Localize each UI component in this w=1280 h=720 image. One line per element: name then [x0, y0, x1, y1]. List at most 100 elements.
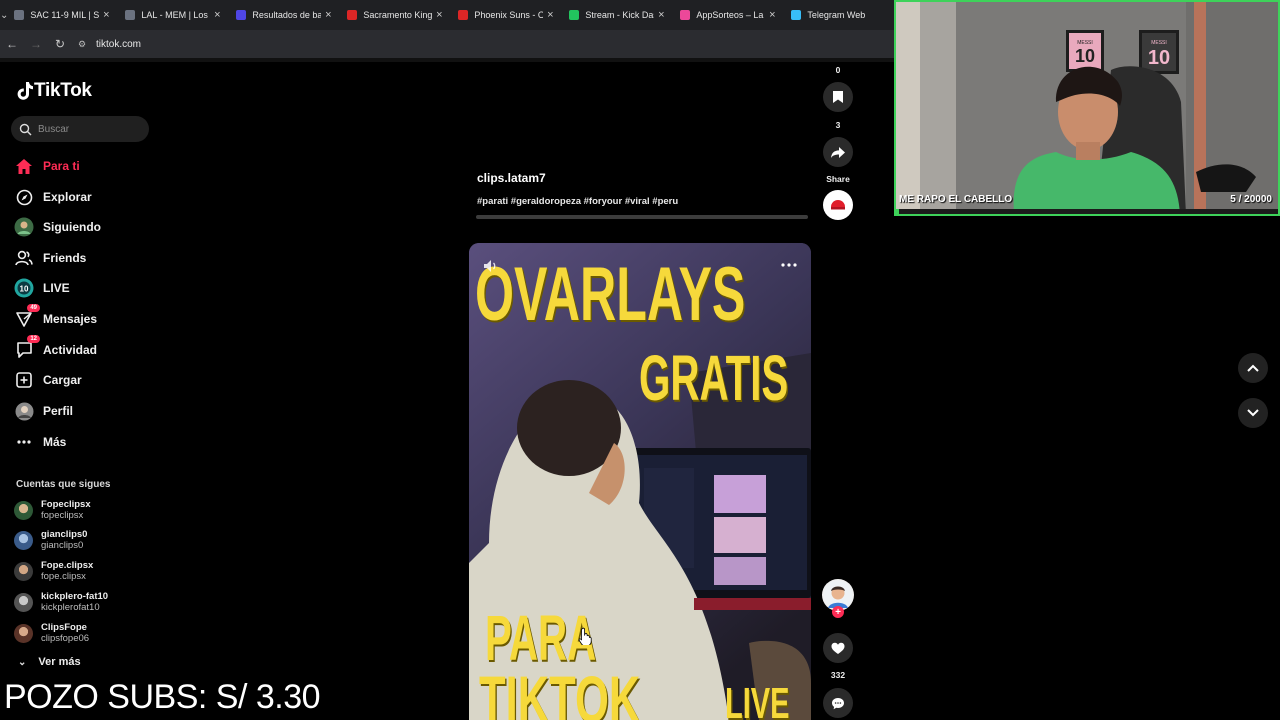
svg-text:10: 10: [20, 285, 29, 294]
video-text-line5: LIVE: [725, 679, 790, 720]
share-count: 3: [835, 120, 841, 130]
previous-video-button[interactable]: [1238, 353, 1268, 383]
home-icon: [14, 156, 34, 176]
avatar: [14, 500, 33, 520]
activity-icon: 12: [14, 335, 40, 360]
nav-item-siguiendo[interactable]: Siguiendo: [14, 215, 101, 239]
bookmark-button[interactable]: [823, 82, 853, 112]
tab-search-chevron-icon[interactable]: ⌄: [0, 0, 8, 30]
see-more-label: Ver más: [38, 656, 81, 668]
nav-item-perfil[interactable]: Perfil: [14, 399, 73, 423]
browser-tab[interactable]: LAL - MEM | Los A ×: [119, 0, 230, 30]
video-text-line4: TIKTOK: [479, 662, 641, 720]
tiktok-logo[interactable]: TikTok: [16, 80, 92, 102]
nav-label: Perfil: [43, 404, 74, 418]
account-name: kickplero-fat10: [41, 591, 109, 602]
tab-title: Sacramento Kings: [363, 10, 433, 20]
tab-close-icon[interactable]: ×: [654, 9, 668, 21]
video-player[interactable]: OVARLAYS GRATIS PARA TIKTOK LIVE: [469, 243, 811, 720]
video-text-line1: OVARLAYS: [475, 252, 746, 337]
comment-button[interactable]: [823, 688, 853, 718]
reload-icon[interactable]: ↻: [48, 37, 72, 51]
share-button[interactable]: [823, 137, 853, 167]
nav-item-friends[interactable]: Friends: [14, 246, 86, 270]
search-box[interactable]: [11, 116, 149, 142]
post-hashtags[interactable]: #parati #geraldoropeza #foryour #viral #…: [477, 196, 678, 207]
more-icon: [14, 432, 34, 452]
nav-item-mas[interactable]: Más: [14, 430, 66, 454]
browser-tab-bar: ⌄ SAC 11-9 MIL | Sa × LAL - MEM | Los A × Re…: [0, 0, 894, 30]
account-handle: fope.clipsx: [41, 571, 86, 582]
next-video-button[interactable]: [1238, 398, 1268, 428]
back-icon[interactable]: ←: [0, 37, 24, 51]
following-account-item[interactable]: ClipsFope clipsfope06: [14, 620, 89, 646]
volume-icon[interactable]: [483, 259, 499, 273]
pozo-subs-overlay: POZO SUBS: S/ 3.30: [4, 678, 321, 716]
chevron-down-icon: ⌄: [18, 656, 27, 668]
browser-tab[interactable]: Sacramento Kings ×: [341, 0, 452, 30]
url-field[interactable]: ⚙ tiktok.com: [78, 39, 141, 50]
url-text[interactable]: tiktok.com: [96, 39, 141, 50]
see-more-button[interactable]: ⌄ Ver más: [18, 656, 81, 668]
tab-favicon-icon: [347, 10, 358, 20]
site-info-icon[interactable]: ⚙: [78, 39, 88, 49]
svg-text:MESSI: MESSI: [1151, 40, 1167, 46]
following-account-item[interactable]: kickplero-fat10 kickplerofat10: [14, 589, 108, 615]
nav-item-para-ti[interactable]: Para ti: [14, 154, 80, 178]
forward-icon[interactable]: →: [24, 37, 48, 51]
following-account-item[interactable]: gianclips0 gianclips0: [14, 527, 87, 553]
tab-close-icon[interactable]: ×: [432, 9, 446, 21]
following-account-item[interactable]: Fope.clipsx fope.clipsx: [14, 558, 93, 584]
tiktok-note-icon: [17, 82, 33, 100]
tab-favicon-icon: [125, 10, 136, 20]
post-username[interactable]: clips.latam7: [477, 171, 546, 185]
logo-wordmark: TikTok: [34, 80, 92, 101]
nav-label: Cargar: [43, 373, 82, 387]
nav-item-mensajes[interactable]: 49 Mensajes: [14, 304, 98, 331]
compass-icon: [14, 187, 34, 207]
nav-label: Explorar: [43, 190, 92, 204]
tab-title: Telegram Web: [807, 10, 866, 20]
tab-close-icon[interactable]: ×: [321, 9, 335, 21]
webcam-goal: 5 / 20000: [1230, 194, 1272, 205]
tab-favicon-icon: [458, 10, 469, 20]
nav-item-explorar[interactable]: Explorar: [14, 185, 92, 209]
browser-tab[interactable]: Telegram Web: [785, 0, 896, 30]
nav-item-actividad[interactable]: 12 Actividad: [14, 335, 97, 362]
browser-tab[interactable]: AppSorteos – La F ×: [674, 0, 785, 30]
browser-tab[interactable]: Stream - Kick Das ×: [563, 0, 674, 30]
following-account-item[interactable]: Fopeclipsx fopeclipsx: [14, 497, 91, 523]
tab-close-icon[interactable]: ×: [210, 9, 224, 21]
tab-close-icon[interactable]: ×: [99, 9, 113, 21]
share-label: Share: [826, 174, 850, 184]
browser-tab[interactable]: Phoenix Suns - O ×: [452, 0, 563, 30]
follow-plus-button[interactable]: +: [832, 606, 844, 618]
svg-text:10: 10: [1148, 47, 1170, 69]
tab-favicon-icon: [14, 10, 25, 20]
nav-label: Mensajes: [43, 312, 98, 326]
tab-close-icon[interactable]: ×: [543, 9, 557, 21]
nav-item-cargar[interactable]: Cargar: [14, 368, 82, 392]
upload-icon: [14, 370, 34, 390]
hand-cursor-icon: [579, 627, 592, 645]
browser-tab[interactable]: SAC 11-9 MIL | Sa ×: [8, 0, 119, 30]
tab-close-icon[interactable]: ×: [765, 9, 779, 21]
tab-favicon-icon: [791, 10, 802, 20]
like-count: 332: [830, 670, 846, 680]
nav-label: Friends: [43, 251, 87, 265]
video-progress-bar[interactable]: [476, 215, 808, 219]
tab-favicon-icon: [680, 10, 691, 20]
messages-badge: 49: [27, 304, 40, 312]
tab-title: AppSorteos – La F: [696, 10, 766, 20]
address-bar: ← → ↻ ⚙ tiktok.com: [0, 30, 894, 58]
avatar: [14, 592, 33, 612]
browser-tab[interactable]: Resultados de ba ×: [230, 0, 341, 30]
account-handle: clipsfope06: [41, 633, 90, 644]
more-options-icon[interactable]: [781, 263, 797, 267]
like-button[interactable]: [823, 633, 853, 663]
sound-disc-button[interactable]: [823, 190, 853, 220]
avatar: [14, 623, 33, 643]
nav-item-live[interactable]: 10 LIVE: [14, 276, 70, 300]
search-input[interactable]: [38, 123, 138, 135]
avatar: [14, 561, 33, 581]
